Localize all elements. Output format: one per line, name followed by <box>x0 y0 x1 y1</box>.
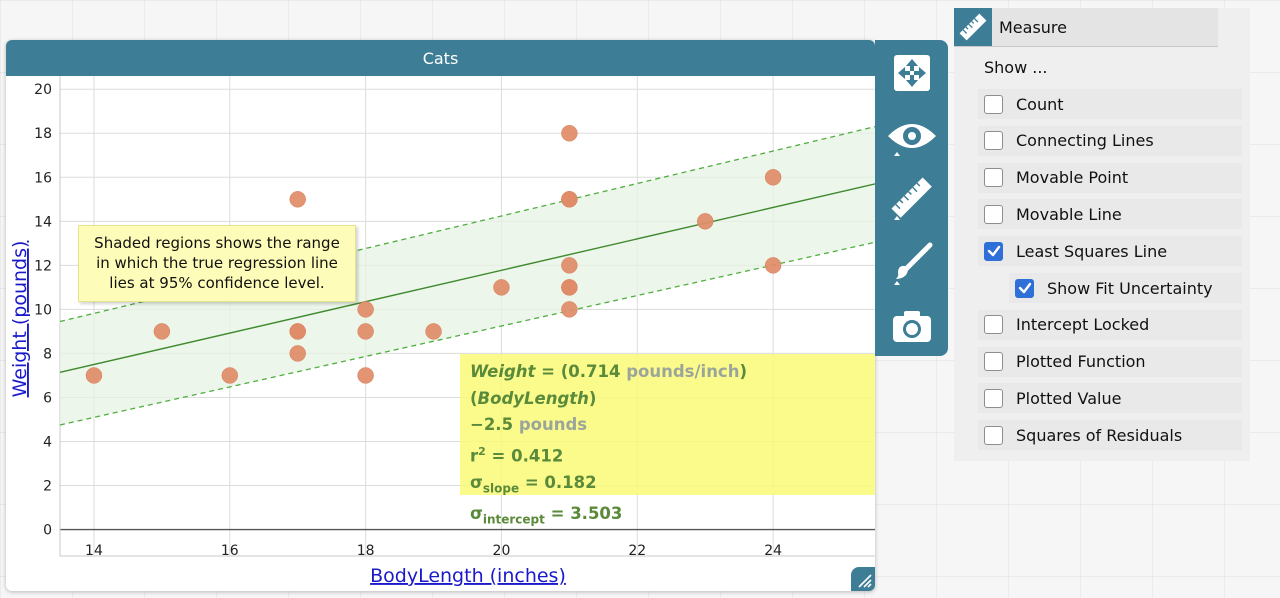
equation-line: Weight = (0.714 pounds/inch) (BodyLength… <box>470 362 748 408</box>
option-least-squares-line[interactable]: Least Squares Line <box>978 236 1242 267</box>
data-point[interactable] <box>357 301 374 318</box>
plotted-function-label: Plotted Function <box>1016 352 1146 372</box>
squares-of-residuals-label: Squares of Residuals <box>1016 425 1183 445</box>
graph-tool-hide-show[interactable] <box>875 108 948 164</box>
data-point[interactable] <box>425 323 442 340</box>
graph-window[interactable]: Cats 14 16 18 20 22 24 0 2 4 6 8 10 12 14 16 18 20 BodyL… <box>6 40 875 591</box>
connecting-lines-checkbox[interactable] <box>984 131 1003 151</box>
x-tick-label: 20 <box>493 543 511 559</box>
measure-panel-title: Measure <box>999 18 1067 37</box>
y-tick-label: 12 <box>34 258 52 274</box>
measure-panel: Measure Show ... Count Connecting Lines Mo… <box>954 8 1250 461</box>
show-label: Show ... <box>984 58 1048 77</box>
x-tick-label: 22 <box>628 543 646 559</box>
option-squares-of-residuals[interactable]: Squares of Residuals <box>978 420 1242 451</box>
x-tick-label: 16 <box>221 543 239 559</box>
data-point[interactable] <box>696 213 714 230</box>
sigma-slope: σslope = 0.182 <box>470 472 597 495</box>
show-fit-uncertainty-label: Show Fit Uncertainty <box>1047 278 1213 298</box>
data-point[interactable] <box>764 257 782 274</box>
count-checkbox[interactable] <box>984 94 1003 114</box>
option-movable-point[interactable]: Movable Point <box>978 162 1242 193</box>
resize-grip-icon <box>858 574 872 588</box>
measure-panel-header: Measure <box>954 8 1218 47</box>
y-tick-label: 6 <box>43 390 52 406</box>
data-point[interactable] <box>221 367 239 384</box>
option-intercept-locked[interactable]: Intercept Locked <box>978 309 1242 340</box>
check-icon <box>987 245 1000 257</box>
connecting-lines-label: Connecting Lines <box>1016 131 1154 151</box>
ruler-icon <box>890 177 932 220</box>
x-axis-label[interactable]: BodyLength (inches) <box>370 565 566 587</box>
x-tick-label: 18 <box>357 543 375 559</box>
data-point[interactable] <box>85 367 103 384</box>
x-tick-label: 14 <box>85 543 103 559</box>
option-count[interactable]: Count <box>978 89 1242 119</box>
movable-point-label: Movable Point <box>1016 168 1129 188</box>
squares-of-residuals-checkbox[interactable] <box>984 425 1003 445</box>
r-squared: r2 = 0.412 <box>470 444 564 466</box>
y-tick-label: 2 <box>43 479 52 495</box>
movable-point-checkbox[interactable] <box>984 168 1003 188</box>
y-tick-label: 16 <box>34 170 52 186</box>
intercept-locked-checkbox[interactable] <box>984 315 1003 335</box>
data-point[interactable] <box>493 279 510 296</box>
y-tick-label: 10 <box>34 302 52 318</box>
check-icon <box>1018 282 1031 294</box>
y-axis-label[interactable]: Weight (pounds) <box>9 241 31 398</box>
data-point[interactable] <box>561 301 578 318</box>
y-tick-label: 18 <box>34 126 52 142</box>
y-tick-label: 4 <box>43 435 52 451</box>
graph-tool-styles[interactable] <box>875 235 948 291</box>
data-point[interactable] <box>289 323 306 340</box>
least-squares-line-checkbox[interactable] <box>984 241 1003 261</box>
move-arrows-icon <box>893 55 930 91</box>
option-connecting-lines[interactable]: Connecting Lines <box>978 125 1242 156</box>
y-tick-label: 14 <box>34 214 52 230</box>
plotted-value-label: Plotted Value <box>1016 388 1122 408</box>
data-point[interactable] <box>357 367 374 384</box>
data-point[interactable] <box>289 191 306 208</box>
show-fit-uncertainty-checkbox[interactable] <box>1015 278 1034 298</box>
plotted-value-checkbox[interactable] <box>984 388 1003 408</box>
movable-line-label: Movable Line <box>1016 204 1122 224</box>
y-tick-label: 0 <box>43 523 52 539</box>
data-point[interactable] <box>561 124 578 142</box>
y-tick-label: 8 <box>43 346 52 362</box>
confidence-note[interactable]: Shaded regions shows the range in which … <box>78 225 356 302</box>
count-label: Count <box>1016 94 1064 114</box>
data-point[interactable] <box>561 257 578 274</box>
option-plotted-value[interactable]: Plotted Value <box>978 383 1242 414</box>
y-tick-label: 20 <box>34 82 52 98</box>
least-squares-line-label: Least Squares Line <box>1016 241 1168 261</box>
intercept-locked-label: Intercept Locked <box>1016 315 1150 335</box>
plotted-function-checkbox[interactable] <box>984 352 1003 372</box>
graph-tool-camera[interactable] <box>875 298 948 354</box>
camera-icon <box>892 311 931 342</box>
ruler-icon <box>954 8 992 46</box>
data-point[interactable] <box>153 323 171 340</box>
graph-tool-measure[interactable] <box>875 170 948 226</box>
movable-line-checkbox[interactable] <box>984 204 1003 224</box>
confidence-note-text: Shaded regions shows the range in which … <box>94 234 340 292</box>
data-point[interactable] <box>357 323 374 340</box>
data-point[interactable] <box>561 191 578 208</box>
x-tick-label: 24 <box>764 543 782 559</box>
graph-tool-move[interactable] <box>875 45 948 101</box>
graph-tool-palette <box>875 40 948 356</box>
eye-icon <box>887 124 936 156</box>
resize-handle[interactable] <box>851 567 875 591</box>
option-plotted-function[interactable]: Plotted Function <box>978 346 1242 377</box>
regression-equation[interactable]: Weight = (0.714 pounds/inch) (BodyLength… <box>460 354 875 527</box>
data-point[interactable] <box>561 279 578 296</box>
data-point[interactable] <box>289 345 306 362</box>
option-show-fit-uncertainty[interactable]: Show Fit Uncertainty <box>1009 273 1242 303</box>
equation-intercept-line: −2.5 pounds <box>470 415 588 434</box>
sigma-intercept: σintercept = 3.503 <box>470 504 623 527</box>
data-point[interactable] <box>764 169 782 186</box>
option-movable-line[interactable]: Movable Line <box>978 199 1242 230</box>
paintbrush-icon <box>893 242 932 285</box>
